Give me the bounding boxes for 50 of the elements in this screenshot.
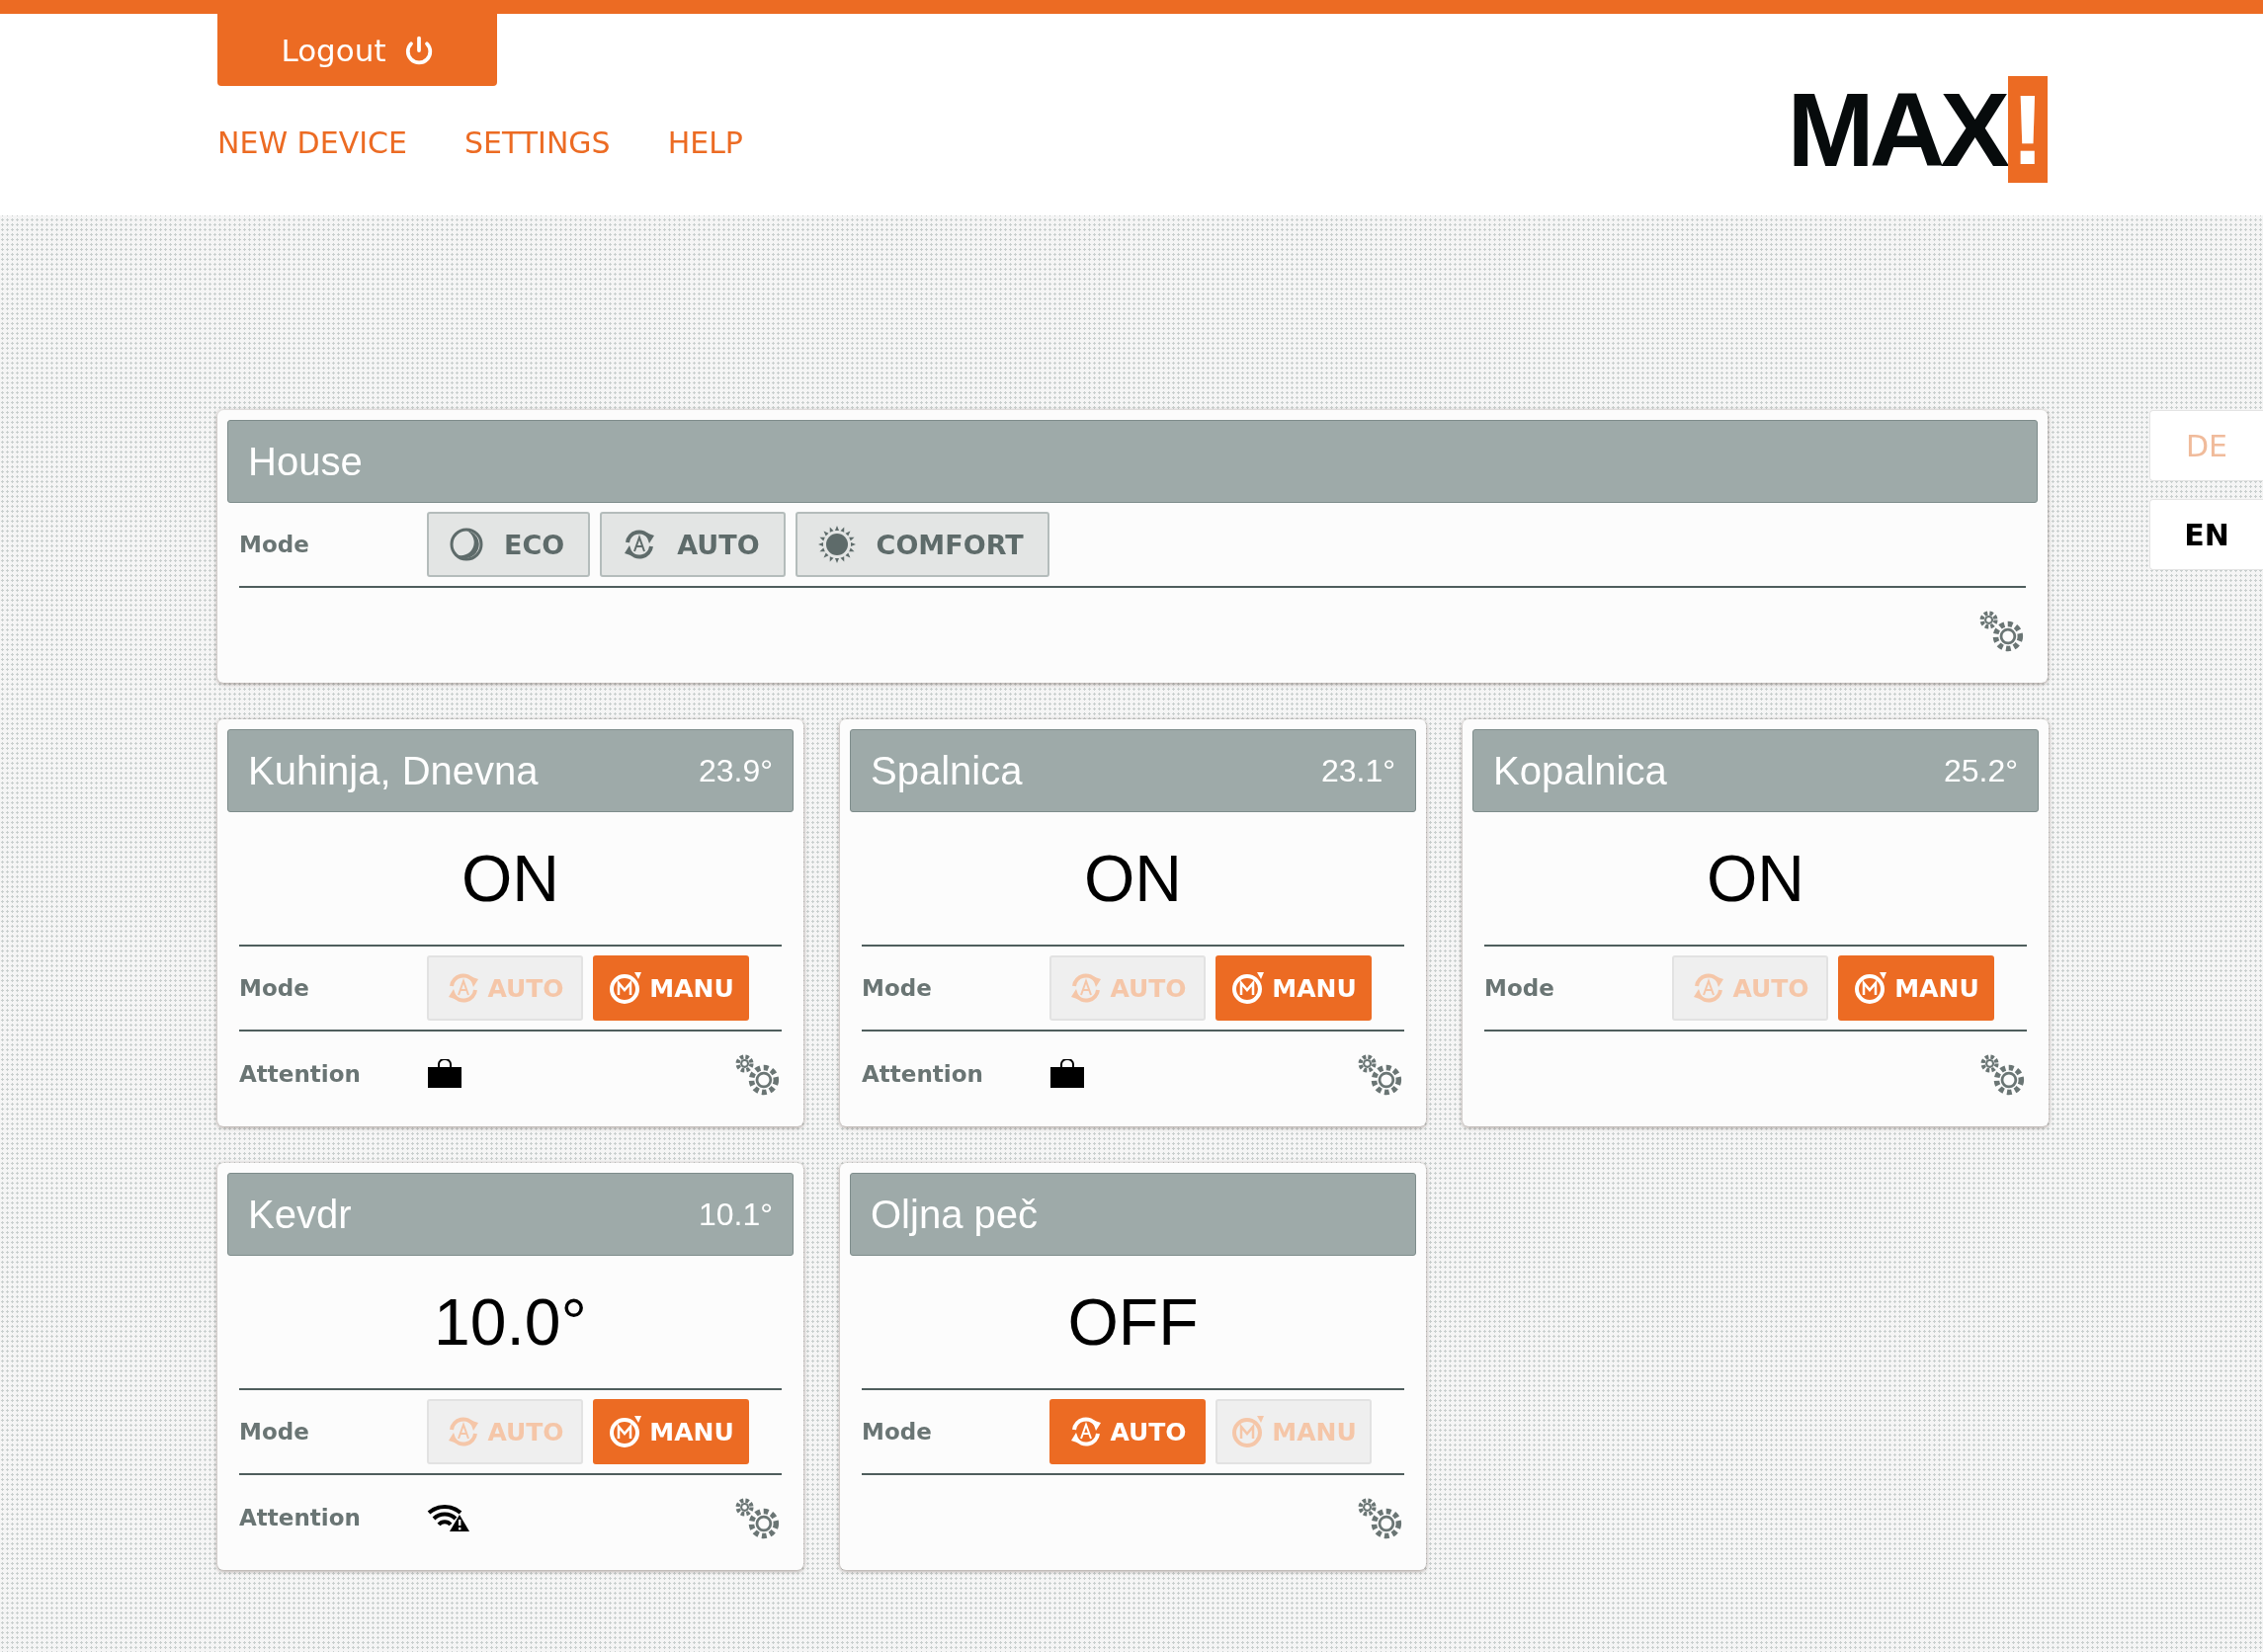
room-temperature: 10.1° (698, 1196, 773, 1233)
logo: MAX! (1787, 76, 2048, 183)
mode-label: Mode (239, 532, 310, 557)
room-temperature: 25.2° (1943, 752, 2018, 789)
bag-icon (427, 1059, 462, 1089)
room-name: Kuhinja, Dnevna (248, 748, 539, 793)
mode-button[interactable]: MANU (593, 955, 749, 1021)
language-button[interactable]: DE (2149, 410, 2263, 481)
sun-icon (816, 525, 857, 564)
logout-button[interactable]: Logout (217, 14, 497, 86)
mode-label: Mode (1484, 975, 1555, 1001)
room-status: ON (1084, 841, 1182, 916)
nav-link[interactable]: NEW DEVICE (217, 125, 407, 160)
room-status: OFF (1067, 1284, 1199, 1360)
manual-dial-icon (608, 970, 644, 1006)
mode-button[interactable]: AUTO (1049, 1399, 1206, 1464)
manual-dial-icon (1853, 970, 1889, 1006)
manual-dial-icon (1230, 970, 1267, 1006)
mode-label: Mode (239, 975, 310, 1001)
bag-icon (1049, 1059, 1085, 1089)
mode-button[interactable]: MANU (1838, 955, 1994, 1021)
wifi-warning-icon (427, 1503, 470, 1532)
house-title: House (248, 439, 363, 484)
mode-button[interactable]: MANU (1215, 955, 1372, 1021)
language-button[interactable]: EN (2149, 499, 2263, 570)
room-name: Kevdr (248, 1192, 352, 1237)
mode-label: Mode (862, 1419, 933, 1445)
room-temperature: 23.9° (698, 752, 773, 789)
room-status: ON (461, 841, 559, 916)
moon-icon (449, 527, 484, 562)
room-name: Spalnica (871, 748, 1023, 793)
house-mode-button[interactable]: ECO (427, 512, 591, 577)
room-temperature: 23.1° (1320, 752, 1395, 789)
room-name: Oljna peč (871, 1192, 1038, 1237)
attention-label: Attention (862, 1061, 984, 1087)
house-mode-button[interactable]: COMFORT (795, 512, 1049, 577)
manual-dial-icon (608, 1414, 644, 1449)
room-status: ON (1707, 841, 1804, 916)
nav-link[interactable]: HELP (667, 125, 743, 160)
mode-label: Mode (239, 1419, 310, 1445)
manual-dial-icon (1230, 1414, 1267, 1449)
attention-label: Attention (239, 1505, 362, 1530)
mode-label: Mode (862, 975, 933, 1001)
room-status: 10.0° (434, 1284, 587, 1360)
mode-button[interactable]: MANU (593, 1399, 749, 1464)
nav-link[interactable]: SETTINGS (463, 125, 611, 160)
power-icon (403, 35, 434, 65)
attention-label: Attention (239, 1061, 362, 1087)
house-mode-button[interactable]: AUTO (600, 512, 786, 577)
room-name: Kopalnica (1493, 748, 1667, 793)
